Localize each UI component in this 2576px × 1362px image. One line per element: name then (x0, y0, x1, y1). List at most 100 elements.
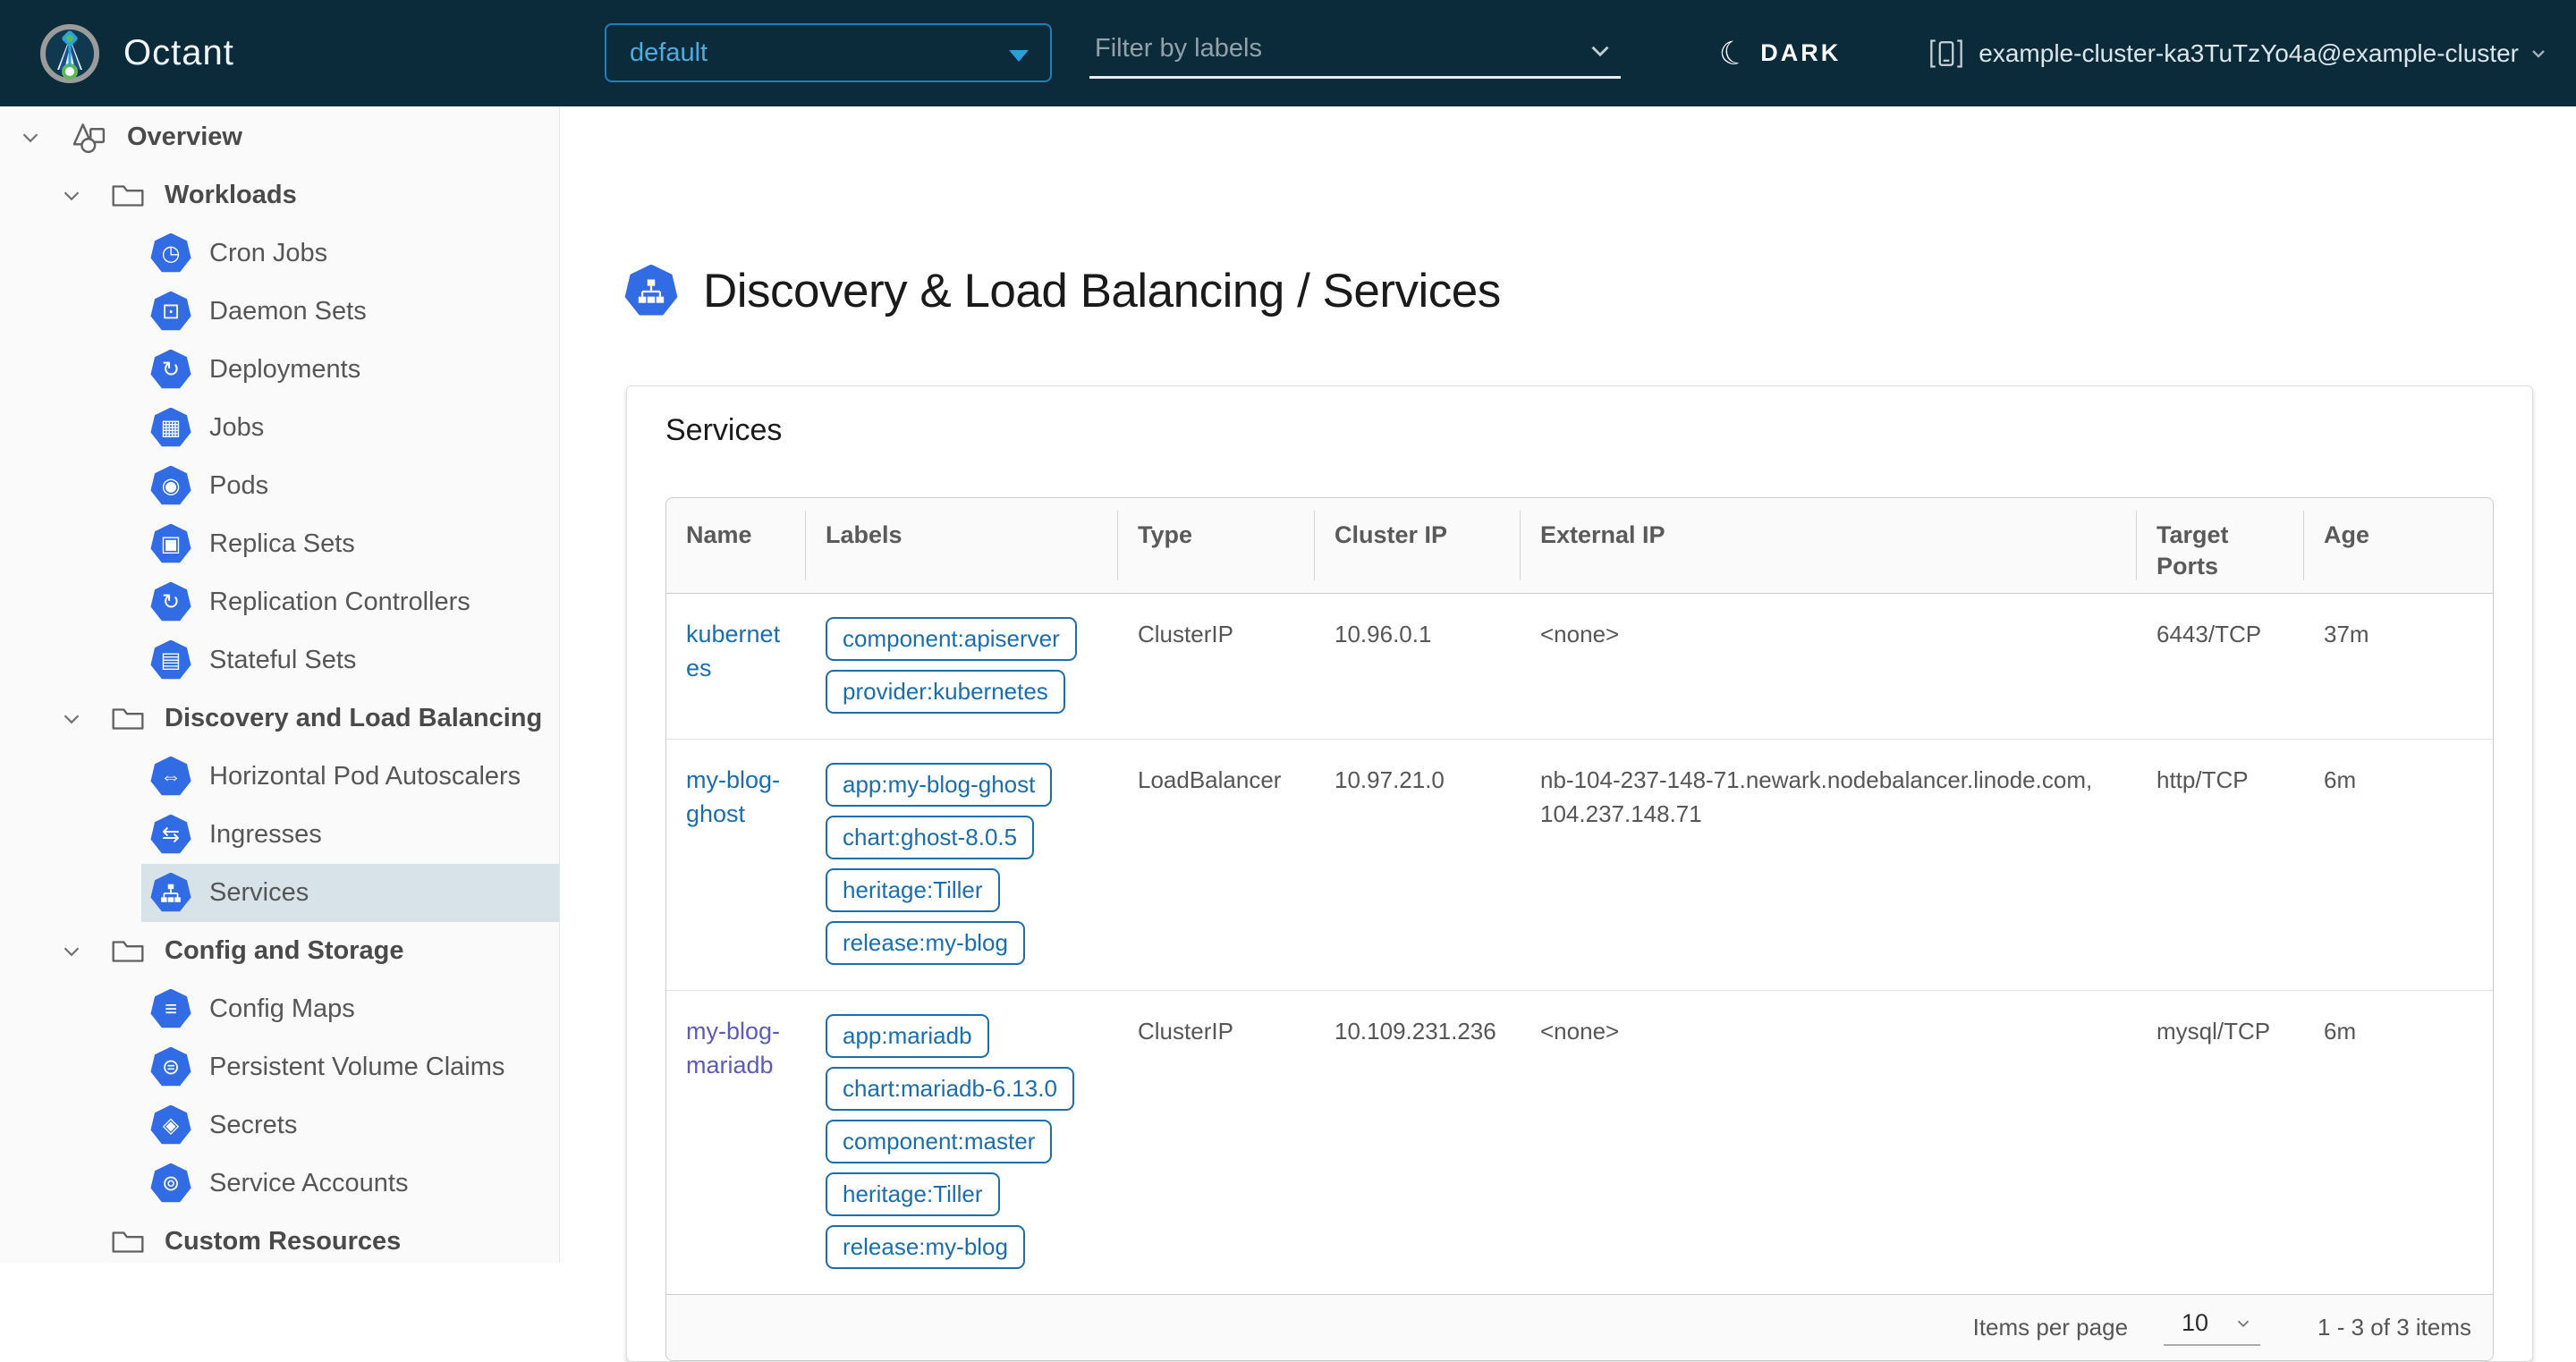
sidebar-item-label: Services (209, 878, 309, 907)
column-header-labels: Labels (806, 498, 1118, 593)
cluster-ip-cell: 10.97.21.0 (1335, 766, 1445, 793)
chevron-down-icon[interactable] (57, 705, 86, 733)
octant-logo (40, 23, 99, 83)
card-title: Services (665, 413, 783, 447)
label-filter-input[interactable]: Filter by labels (1089, 21, 1621, 79)
label-pill[interactable]: app:mariadb (826, 1014, 989, 1058)
name-cell: my-blog-mariadb (666, 991, 806, 1294)
sidebar-item-label: Jobs (209, 413, 265, 442)
cluster-context-select[interactable]: example-cluster-ka3TuTzYo4a@example-clus… (1928, 0, 2549, 106)
sidebar-item-custom-resources[interactable]: Custom Resources (0, 1213, 559, 1263)
replica-sets-icon: ▣ (150, 523, 191, 563)
folder-icon (109, 1223, 147, 1261)
sidebar-item-deployments[interactable]: ↻ Deployments (141, 341, 559, 399)
chevron-down-icon (2532, 49, 2545, 58)
namespace-select[interactable]: default (605, 23, 1052, 82)
services-card: Services Name Labels Type Cluster IP Externa… (626, 385, 2533, 1362)
sidebar-item-label: Custom Resources (165, 1227, 402, 1256)
cluster-icon (1930, 38, 1963, 68)
column-header-external-ip: External IP (1521, 498, 2137, 593)
items-per-page-label: Items per page (1972, 1314, 2129, 1341)
table-row-my-blog-mariadb: my-blog-mariadb app:mariadb chart:mariadb-… (666, 990, 2493, 1294)
app-name: Octant (123, 33, 234, 72)
cluster-context-value: example-cluster-ka3TuTzYo4a@example-clus… (1979, 38, 2519, 67)
sidebar-item-label: Workloads (165, 181, 297, 209)
sidebar-item-label: Service Accounts (209, 1169, 409, 1197)
config-maps-icon: ≡ (150, 988, 191, 1028)
column-header-name: Name (666, 498, 806, 593)
service-name-link[interactable]: my-blog-ghost (686, 766, 780, 827)
chevron-down-icon[interactable] (1585, 36, 1615, 66)
chevron-down-icon[interactable] (16, 123, 45, 152)
table-row-kubernetes: kubernetes component:apiserver provider:ku… (666, 594, 2493, 739)
cron-jobs-icon: ◷ (150, 233, 191, 273)
label-pill[interactable]: component:master (826, 1120, 1053, 1163)
type-cell: LoadBalancer (1138, 766, 1282, 793)
moon-icon: ☾ (1715, 31, 1752, 74)
table-header-row: Name Labels Type Cluster IP External IP Targe… (666, 498, 2493, 594)
table-footer: Items per page 10 1 - 3 of 3 items (666, 1294, 2493, 1360)
sidebar-item-horizontal-pod-autoscalers[interactable]: ⇔ Horizontal Pod Autoscalers (141, 748, 559, 806)
namespace-value: default (630, 38, 708, 67)
label-pill[interactable]: provider:kubernetes (826, 670, 1065, 714)
sidebar-item-daemon-sets[interactable]: ⊡ Daemon Sets (141, 283, 559, 341)
label-pill[interactable]: chart:mariadb-6.13.0 (826, 1067, 1074, 1111)
name-cell: kubernetes (666, 594, 806, 739)
app-header: Octant default Filter by labels ☾ DARK e… (0, 0, 2576, 106)
jobs-icon: ▦ (150, 407, 191, 447)
folder-icon (109, 933, 147, 970)
target-ports-cell: mysql/TCP (2157, 1018, 2271, 1045)
sidebar-item-overview[interactable]: Overview (0, 108, 559, 166)
sidebar-item-services[interactable]: Services (141, 864, 559, 922)
age-cell: 6m (2324, 766, 2357, 793)
external-ip-cell: nb-104-237-148-71.newark.nodebalancer.li… (1540, 766, 2093, 827)
label-pill[interactable]: chart:ghost-8.0.5 (826, 816, 1035, 859)
page-title: Discovery & Load Balancing / Services (703, 265, 1501, 317)
sidebar-item-ingresses[interactable]: ⇆ Ingresses (141, 806, 559, 864)
daemon-sets-icon: ⊡ (150, 291, 191, 331)
type-cell: ClusterIP (1138, 1018, 1233, 1045)
sidebar-item-secrets[interactable]: ◈ Secrets (141, 1096, 559, 1155)
sidebar-item-label: Replica Sets (209, 529, 355, 558)
services-table: Name Labels Type Cluster IP External IP Targe… (665, 497, 2494, 1361)
labels-cell: app:mariadb chart:mariadb-6.13.0 component… (806, 991, 1118, 1294)
sidebar-item-persistent-volume-claims[interactable]: ⊜ Persistent Volume Claims (141, 1038, 559, 1096)
label-pill[interactable]: release:my-blog (826, 921, 1025, 965)
sidebar-item-config-maps[interactable]: ≡ Config Maps (141, 980, 559, 1038)
sidebar-item-config-and-storage[interactable]: Config and Storage (0, 922, 559, 980)
theme-toggle-button[interactable]: ☾ DARK (1715, 0, 1842, 106)
pods-icon: ◉ (150, 465, 191, 505)
label-pill[interactable]: heritage:Tiller (826, 1172, 1000, 1216)
theme-toggle-label: DARK (1760, 39, 1842, 66)
sidebar-item-replica-sets[interactable]: ▣ Replica Sets (141, 515, 559, 573)
secrets-icon: ◈ (150, 1104, 191, 1145)
name-cell: my-blog-ghost (666, 740, 806, 990)
service-accounts-icon: ⊚ (150, 1163, 191, 1203)
sidebar-item-label: Cron Jobs (209, 239, 328, 267)
sidebar-item-label: Ingresses (209, 820, 322, 849)
sidebar-item-label: Daemon Sets (209, 297, 367, 326)
column-header-age: Age (2324, 521, 2370, 548)
label-pill[interactable]: heritage:Tiller (826, 868, 1000, 912)
overview-icon (70, 118, 109, 157)
sidebar-item-cron-jobs[interactable]: ◷ Cron Jobs (141, 224, 559, 283)
label-pill[interactable]: app:my-blog-ghost (826, 763, 1053, 807)
items-per-page-value: 10 (2182, 1309, 2209, 1336)
sidebar-item-discovery-and-load-balancing[interactable]: Discovery and Load Balancing (0, 689, 559, 748)
sidebar-item-stateful-sets[interactable]: ▤ Stateful Sets (141, 631, 559, 689)
chevron-down-icon[interactable] (57, 182, 86, 210)
sidebar-item-jobs[interactable]: ▦ Jobs (141, 399, 559, 457)
service-name-link[interactable]: kubernetes (686, 621, 780, 681)
chevron-down-icon[interactable] (57, 937, 86, 966)
sidebar-item-replication-controllers[interactable]: ↻ Replication Controllers (141, 573, 559, 631)
sidebar-item-pods[interactable]: ◉ Pods (141, 457, 559, 515)
page-title-row: Discovery & Load Balancing / Services (624, 264, 1501, 318)
label-pill[interactable]: component:apiserver (826, 617, 1077, 661)
items-per-page-select[interactable]: 10 (2164, 1309, 2261, 1346)
service-name-link[interactable]: my-blog-mariadb (686, 1018, 780, 1079)
sidebar-item-workloads[interactable]: Workloads (0, 166, 559, 224)
folder-icon (109, 177, 147, 215)
sidebar-item-service-accounts[interactable]: ⊚ Service Accounts (141, 1155, 559, 1213)
horizontal-pod-autoscalers-icon: ⇔ (150, 756, 191, 796)
